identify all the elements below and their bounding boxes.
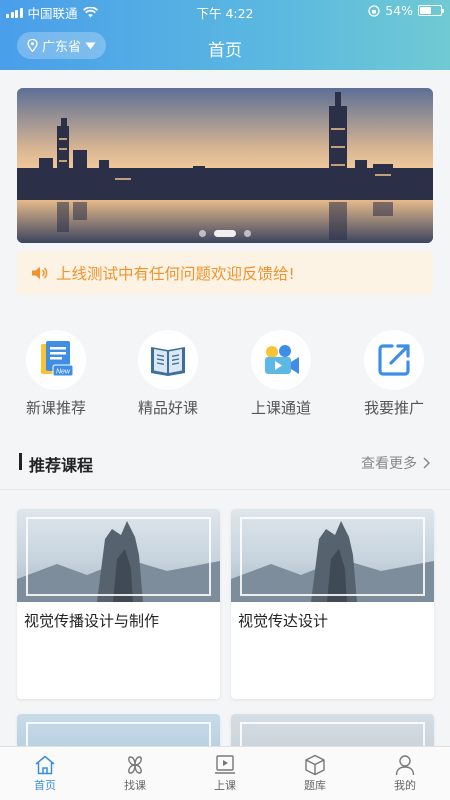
carousel-dot-active[interactable] xyxy=(214,230,236,237)
tab-label: 上课 xyxy=(214,779,236,792)
notice-text: 上线测试中有任何问题欢迎反馈给! xyxy=(56,265,295,283)
tab-find-course[interactable]: 找课 xyxy=(90,747,180,800)
speaker-icon xyxy=(32,267,48,279)
section-title: 推荐课程 xyxy=(29,456,94,475)
quick-nav-new-course[interactable]: New 新课推荐 xyxy=(6,330,106,418)
tab-class[interactable]: 上课 xyxy=(180,747,270,800)
book-icon xyxy=(151,347,185,376)
course-title: 视觉传达设计 xyxy=(238,612,329,630)
question-bank-icon xyxy=(305,754,325,776)
home-icon xyxy=(35,755,55,775)
quick-nav-label: 新课推荐 xyxy=(25,399,86,417)
banner-carousel[interactable] xyxy=(17,88,433,243)
quick-nav-class-channel[interactable]: 上课通道 xyxy=(231,330,331,418)
share-edit-icon xyxy=(378,344,410,376)
svg-text:New: New xyxy=(56,369,71,376)
chevron-right-icon xyxy=(423,457,430,469)
course-card[interactable]: 视觉传达设计 xyxy=(231,509,434,699)
page-title: 首页 xyxy=(208,41,242,61)
new-course-icon: New xyxy=(41,341,74,377)
notice-bar[interactable]: 上线测试中有任何问题欢迎反馈给! xyxy=(17,251,433,295)
profile-icon xyxy=(395,755,415,776)
section-marker xyxy=(19,453,22,470)
tab-profile[interactable]: 我的 xyxy=(360,747,450,800)
course-thumbnail xyxy=(17,509,220,602)
quick-nav-label: 上课通道 xyxy=(250,399,311,417)
header: 中国联通 下午 4:22 54% 广东省 首页 xyxy=(0,0,450,70)
carousel-indicator[interactable] xyxy=(17,230,433,237)
course-title: 视觉传播设计与制作 xyxy=(24,612,160,630)
course-card[interactable]: 视觉传播设计与制作 xyxy=(17,509,220,699)
class-icon xyxy=(215,755,235,774)
battery-icon xyxy=(418,5,444,16)
tab-home[interactable]: 首页 xyxy=(0,747,90,800)
carousel-dot[interactable] xyxy=(199,230,206,237)
carousel-dot[interactable] xyxy=(244,230,251,237)
view-more-link[interactable]: 查看更多 xyxy=(361,453,430,473)
tab-question-bank[interactable]: 题库 xyxy=(270,747,360,800)
recommended-section-header: 推荐课程 查看更多 xyxy=(0,432,450,490)
orientation-lock-icon xyxy=(368,4,380,17)
course-thumbnail xyxy=(231,509,434,602)
tab-label: 题库 xyxy=(304,779,326,792)
battery-percent: 54% xyxy=(385,3,413,18)
tab-label: 首页 xyxy=(34,779,56,792)
video-camera-icon xyxy=(265,345,299,374)
status-bar: 中国联通 下午 4:22 54% xyxy=(0,0,450,22)
quick-nav-label: 我要推广 xyxy=(363,399,424,417)
quick-nav-label: 精品好课 xyxy=(137,399,198,417)
tab-label: 找课 xyxy=(124,779,146,792)
city-skyline-image xyxy=(17,88,433,243)
find-course-icon xyxy=(128,756,142,774)
quick-nav-quality-course[interactable]: 精品好课 xyxy=(118,330,218,418)
view-more-label: 查看更多 xyxy=(361,456,417,472)
quick-nav-promote[interactable]: 我要推广 xyxy=(344,330,444,418)
tab-label: 我的 xyxy=(394,779,416,792)
tab-bar: 首页 找课 上课 题库 我的 xyxy=(0,746,450,800)
quick-nav: New 新课推荐 精品好课 上课通道 我要推广 xyxy=(0,320,450,420)
